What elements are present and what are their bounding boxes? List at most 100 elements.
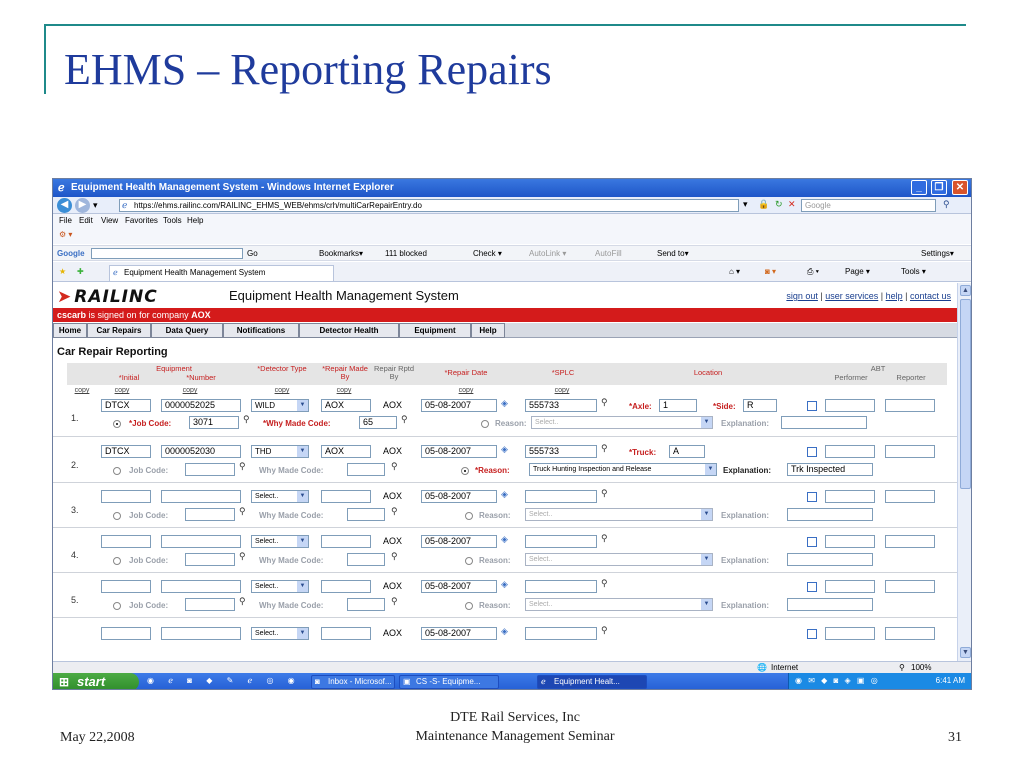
maximize-button[interactable]: ❐: [931, 180, 947, 195]
menu-edit[interactable]: Edit: [79, 216, 93, 225]
row4-explanation-input[interactable]: [787, 553, 873, 566]
lookup-icon[interactable]: ⚲: [243, 414, 250, 425]
row2-performer-input[interactable]: [825, 445, 875, 458]
help-link[interactable]: help: [886, 291, 903, 301]
menu-tools[interactable]: Tools: [163, 216, 182, 225]
row1-job-code-input[interactable]: 3071: [189, 416, 239, 429]
row5-made-by-input[interactable]: [321, 580, 371, 593]
zoom-icon[interactable]: ⚲: [899, 663, 905, 672]
calendar-icon[interactable]: ◈: [501, 579, 508, 590]
send-to-button[interactable]: Send to▾: [657, 249, 689, 258]
lookup-icon[interactable]: ⚲: [601, 533, 608, 544]
copy-initial-link[interactable]: copy: [107, 387, 137, 394]
row5-number-input[interactable]: [161, 580, 241, 593]
row5-detector-select[interactable]: Select.. ▼: [251, 580, 309, 593]
address-dropdown-icon[interactable]: ▾: [743, 199, 748, 210]
row5-abt-checkbox[interactable]: [807, 582, 817, 592]
lookup-icon[interactable]: ⚲: [401, 414, 408, 425]
row2-detector-select[interactable]: THD ▼: [251, 445, 309, 458]
row4-abt-checkbox[interactable]: [807, 537, 817, 547]
row4-reason-select[interactable]: Select.. ▼: [525, 553, 713, 566]
row6-initial-input[interactable]: [101, 627, 151, 640]
row4-reason-radio[interactable]: [465, 557, 473, 565]
copy-splc-link[interactable]: copy: [547, 387, 577, 394]
row5-date-input[interactable]: 05-08-2007: [421, 580, 497, 593]
row1-initial-input[interactable]: DTCX: [101, 399, 151, 412]
row1-job-code-radio[interactable]: [113, 420, 121, 428]
copy-number-link[interactable]: copy: [175, 387, 205, 394]
row1-why-made-input[interactable]: 65: [359, 416, 397, 429]
google-search-input[interactable]: [91, 248, 243, 259]
row2-job-code-radio[interactable]: [113, 467, 121, 475]
row1-made-by-input[interactable]: AOX: [321, 399, 371, 412]
row3-initial-input[interactable]: [101, 490, 151, 503]
row1-number-input[interactable]: 0000052025: [161, 399, 241, 412]
row2-reporter-input[interactable]: [885, 445, 935, 458]
row2-splc-input[interactable]: 555733: [525, 445, 597, 458]
lookup-icon[interactable]: ⚲: [601, 488, 608, 499]
row2-initial-input[interactable]: DTCX: [101, 445, 151, 458]
lookup-icon[interactable]: ⚲: [601, 625, 608, 636]
row1-abt-checkbox[interactable]: [807, 401, 817, 411]
row5-reporter-input[interactable]: [885, 580, 935, 593]
row5-job-code-radio[interactable]: [113, 602, 121, 610]
user-services-link[interactable]: user services: [825, 291, 878, 301]
menu-help[interactable]: Help: [187, 216, 203, 225]
favorites-star-icon[interactable]: ★: [59, 267, 66, 276]
taskbar-item-cs[interactable]: ▣ CS -S- Equipme...: [399, 675, 499, 689]
row3-number-input[interactable]: [161, 490, 241, 503]
row1-axle-input[interactable]: 1: [659, 399, 697, 412]
row1-side-input[interactable]: R: [743, 399, 777, 412]
scrollbar-thumb[interactable]: [960, 299, 971, 489]
lookup-icon[interactable]: ⚲: [239, 551, 246, 562]
row3-splc-input[interactable]: [525, 490, 597, 503]
lookup-icon[interactable]: ⚲: [601, 578, 608, 589]
sign-out-link[interactable]: sign out: [786, 291, 818, 301]
bookmarks-button[interactable]: Bookmarks▾: [319, 249, 363, 258]
row1-reason-select[interactable]: Select.. ▼: [531, 416, 713, 429]
row3-reason-select[interactable]: Select.. ▼: [525, 508, 713, 521]
nav-car-repairs[interactable]: Car Repairs: [87, 323, 151, 338]
lookup-icon[interactable]: ⚲: [391, 551, 398, 562]
row5-performer-input[interactable]: [825, 580, 875, 593]
row2-made-by-input[interactable]: AOX: [321, 445, 371, 458]
popup-blocked-count[interactable]: 111 blocked: [385, 249, 427, 258]
spell-check-button[interactable]: Check ▾: [473, 249, 502, 258]
row1-reporter-input[interactable]: [885, 399, 935, 412]
tools-menu[interactable]: Tools ▾: [901, 267, 926, 276]
lookup-icon[interactable]: ⚲: [391, 506, 398, 517]
row6-splc-input[interactable]: [525, 627, 597, 640]
toolbar-addon-icon[interactable]: ⚙ ▾: [59, 230, 72, 239]
row4-detector-select[interactable]: Select.. ▼: [251, 535, 309, 548]
row6-date-input[interactable]: 05-08-2007: [421, 627, 497, 640]
row2-number-input[interactable]: 0000052030: [161, 445, 241, 458]
search-input[interactable]: Google: [801, 199, 936, 212]
search-icon[interactable]: ⚲: [943, 199, 950, 210]
calendar-icon[interactable]: ◈: [501, 398, 508, 409]
menu-file[interactable]: File: [59, 216, 72, 225]
history-dropdown-icon[interactable]: ▾: [93, 200, 98, 211]
row2-why-made-input[interactable]: [347, 463, 385, 476]
stop-icon[interactable]: ✕: [788, 199, 796, 210]
lock-icon[interactable]: 🔒: [758, 199, 769, 210]
scroll-up-icon[interactable]: ▲: [960, 285, 971, 296]
row4-job-code-input[interactable]: [185, 553, 235, 566]
row5-reason-select[interactable]: Select.. ▼: [525, 598, 713, 611]
vertical-scrollbar[interactable]: ▲ ▼: [957, 283, 971, 661]
taskbar-item-inbox[interactable]: ◙ Inbox - Microsof...: [311, 675, 395, 689]
calendar-icon[interactable]: ◈: [501, 489, 508, 500]
row3-reason-radio[interactable]: [465, 512, 473, 520]
print-icon[interactable]: ⎙ ▾: [807, 267, 819, 277]
row4-initial-input[interactable]: [101, 535, 151, 548]
row2-abt-checkbox[interactable]: [807, 447, 817, 457]
row1-splc-input[interactable]: 555733: [525, 399, 597, 412]
row1-explanation-input[interactable]: [781, 416, 867, 429]
minimize-button[interactable]: _: [911, 180, 927, 195]
row2-date-input[interactable]: 05-08-2007: [421, 445, 497, 458]
row4-reporter-input[interactable]: [885, 535, 935, 548]
row4-number-input[interactable]: [161, 535, 241, 548]
taskbar-item-equipment-health[interactable]: ℯ Equipment Healt...: [537, 675, 647, 689]
railinc-logo[interactable]: ➤ RAILINC: [57, 287, 158, 307]
google-go-button[interactable]: Go: [247, 249, 258, 258]
row5-initial-input[interactable]: [101, 580, 151, 593]
